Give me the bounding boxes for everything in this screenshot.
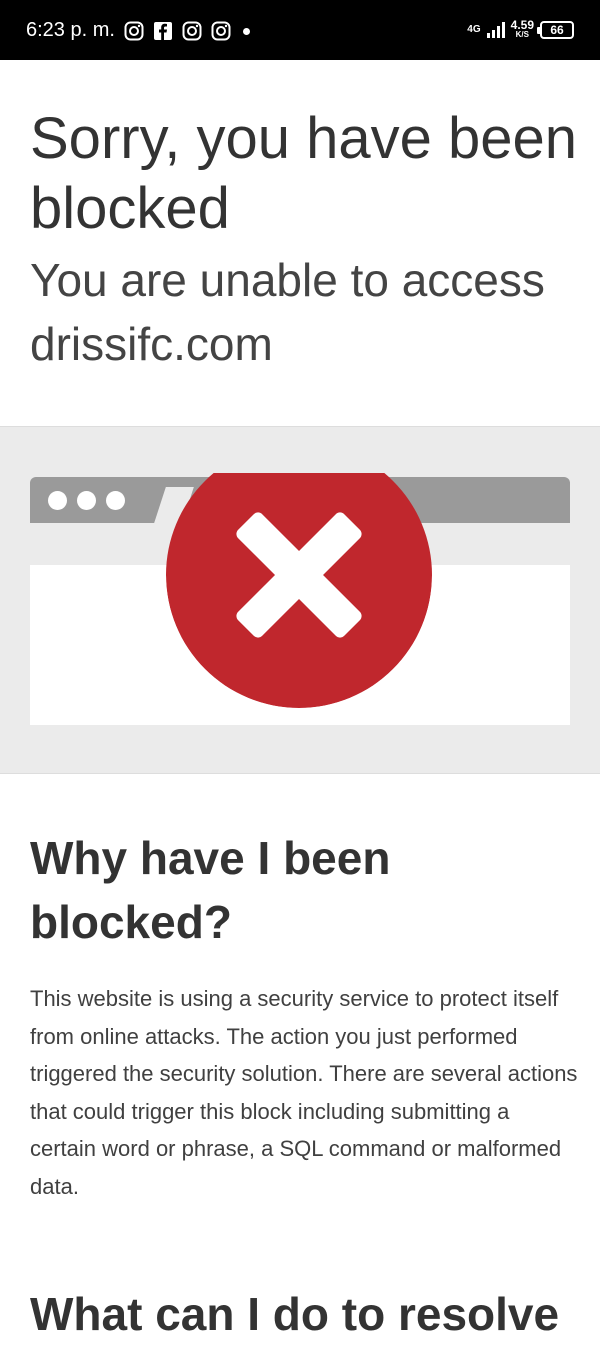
browser-dot [106, 491, 125, 510]
why-blocked-heading: Why have I been blocked? [30, 832, 391, 948]
speed-value: 4.59 [510, 18, 534, 32]
browser-dot [48, 491, 67, 510]
status-right: 4G 4.59 K/S 66 [467, 16, 574, 44]
page-subtitle: You are unable to access drissifc.com [30, 254, 545, 370]
facebook-icon [154, 22, 172, 40]
page-title: Sorry, you have been blocked [30, 106, 578, 241]
signal-icon [486, 22, 505, 38]
instagram-icon [211, 21, 231, 41]
resolve-heading: What can I do to resolve [30, 1288, 560, 1340]
instagram-icon [182, 21, 202, 41]
status-bar: 6:23 p. m. 4G 4.59 K/S 66 [0, 0, 600, 60]
browser-dot [77, 491, 96, 510]
blocked-illustration [0, 426, 600, 774]
speed-unit: K/S [515, 30, 529, 39]
browser-dots [48, 491, 125, 510]
notification-icons [124, 20, 250, 42]
network-speed: 4.59 K/S [510, 18, 534, 40]
status-time: 6:23 p. m. [26, 19, 115, 41]
why-blocked-body: This website is using a security service… [30, 986, 578, 1199]
instagram-icon [124, 21, 144, 41]
network-type: 4G [467, 24, 481, 35]
more-notifications-dot [243, 27, 250, 35]
battery-indicator: 66 [537, 21, 574, 39]
